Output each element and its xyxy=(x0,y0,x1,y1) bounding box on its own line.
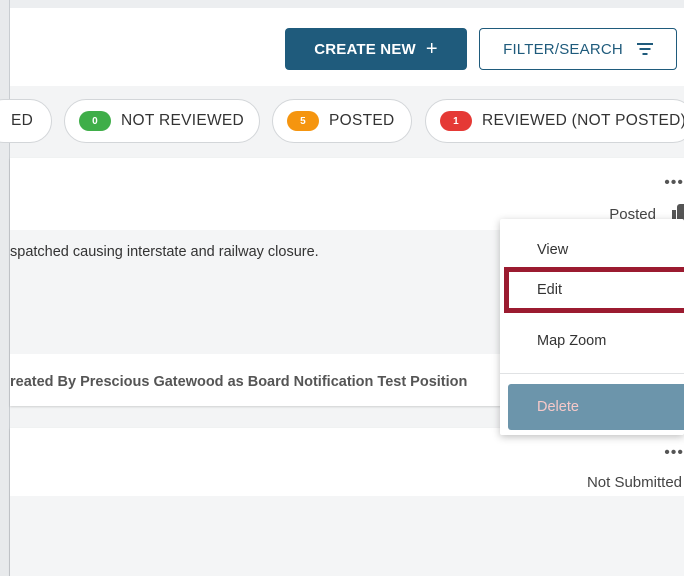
count-badge: 1 xyxy=(440,111,472,131)
chip-not-reviewed[interactable]: 0 NOT REVIEWED xyxy=(64,99,260,143)
incident-description: spatched causing interstate and railway … xyxy=(10,244,319,260)
create-new-button[interactable]: CREATE NEW + xyxy=(285,28,467,70)
created-by-text: reated By Prescious Gatewood as Board No… xyxy=(10,374,468,390)
top-border xyxy=(0,0,684,8)
chip-label: REVIEWED (NOT POSTED) xyxy=(482,112,684,129)
filter-search-button[interactable]: FILTER/SEARCH xyxy=(479,28,677,70)
chip-reviewed[interactable]: ED xyxy=(0,99,52,143)
menu-item-edit[interactable]: Edit xyxy=(504,267,684,313)
filter-icon xyxy=(636,43,653,55)
more-options-icon[interactable]: ••• xyxy=(664,174,684,192)
count-badge: 0 xyxy=(79,111,111,131)
create-new-label: CREATE NEW xyxy=(314,40,416,58)
more-options-icon[interactable]: ••• xyxy=(664,444,684,462)
left-panel-edge xyxy=(0,0,10,576)
chip-label: ED xyxy=(11,112,34,129)
card-context-menu: View Edit Map Zoom Delete xyxy=(500,219,684,435)
menu-divider xyxy=(500,373,684,374)
status-filter-chips: ED 0 NOT REVIEWED 5 POSTED 1 REVIEWED (N… xyxy=(0,96,684,146)
count-badge: 5 xyxy=(287,111,319,131)
menu-item-delete[interactable]: Delete xyxy=(508,384,684,430)
filter-search-label: FILTER/SEARCH xyxy=(503,40,623,58)
incident-card: ••• Not Submitted xyxy=(10,428,684,576)
menu-item-map-zoom[interactable]: Map Zoom xyxy=(500,318,684,364)
description-area xyxy=(10,496,684,576)
chip-label: POSTED xyxy=(329,112,395,129)
chip-posted[interactable]: 5 POSTED xyxy=(272,99,412,143)
status-text: Not Submitted xyxy=(586,474,682,491)
chip-reviewed-not-posted[interactable]: 1 REVIEWED (NOT POSTED) xyxy=(425,99,684,143)
chip-label: NOT REVIEWED xyxy=(121,112,245,129)
plus-icon: + xyxy=(425,38,438,60)
